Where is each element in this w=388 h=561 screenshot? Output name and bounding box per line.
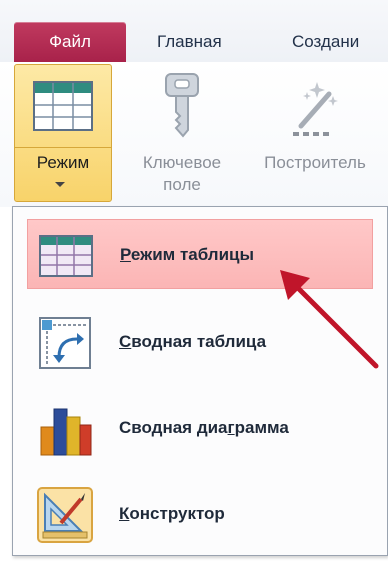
builder-label: Построитель	[264, 153, 366, 172]
menu-item-text: рамма	[234, 418, 289, 437]
view-mode-dropdown: Режим таблицы Сводная таблица Сводная ди…	[12, 206, 388, 556]
menu-item-label: Сводная таблица	[119, 307, 266, 377]
builder-button[interactable]: Построитель	[242, 64, 388, 174]
view-mode-label: Режим	[36, 153, 90, 172]
chevron-down-icon	[55, 182, 65, 187]
tab-create[interactable]: Создани	[292, 22, 359, 62]
magic-wand-icon	[293, 82, 338, 136]
access-key-letter: г	[227, 418, 235, 437]
annotation-arrow-icon	[280, 270, 379, 369]
ribbon-tab-strip: Файл Главная Создани	[0, 0, 388, 63]
menu-item-label: Конструктор	[119, 479, 225, 549]
menu-item-label: Сводная диаграмма	[119, 393, 289, 463]
tab-file[interactable]: Файл	[14, 22, 126, 62]
menu-item-text-prefix: Сводная диа	[119, 418, 228, 437]
datasheet-view-icon	[39, 235, 93, 277]
primary-key-label-line1: Ключевое	[142, 153, 222, 172]
view-mode-button[interactable]: Режим	[14, 64, 112, 202]
table-view-icon	[33, 81, 93, 131]
primary-key-label-line2: поле	[163, 175, 201, 194]
tab-home[interactable]: Главная	[157, 22, 222, 62]
menu-item-pivot-chart[interactable]: Сводная диаграмма	[27, 393, 373, 463]
menu-item-design-view[interactable]: Конструктор	[27, 479, 373, 549]
menu-item-text: водная таблица	[131, 332, 267, 351]
primary-key-button[interactable]: Ключевое поле	[126, 64, 238, 196]
pivot-table-icon	[39, 317, 91, 369]
design-view-icon	[37, 487, 93, 543]
access-key-letter: Р	[120, 245, 131, 264]
key-icon	[165, 73, 199, 138]
access-key-letter: К	[119, 504, 130, 523]
menu-item-text: ежим таблицы	[130, 245, 255, 264]
access-key-letter: С	[119, 332, 132, 351]
menu-item-label: Режим таблицы	[120, 220, 254, 290]
pivot-chart-icon	[40, 408, 92, 456]
menu-item-text: онструктор	[129, 504, 225, 523]
button-split-divider	[15, 147, 111, 148]
